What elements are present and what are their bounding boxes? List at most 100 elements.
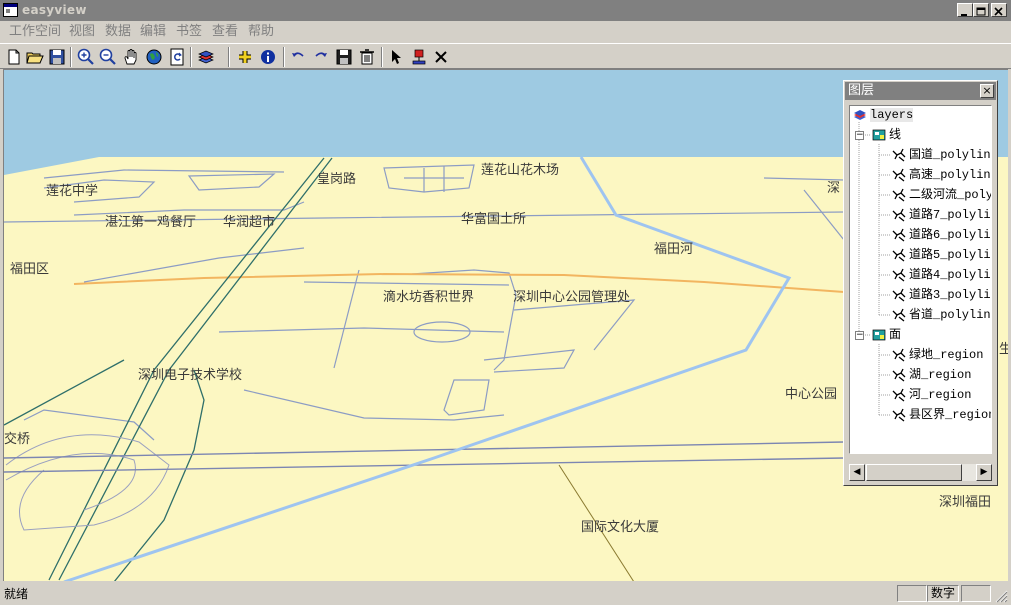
menu-help[interactable]: 帮助	[248, 21, 274, 42]
map-label: 福田河	[654, 242, 694, 257]
tree-group-regions[interactable]: 面	[872, 325, 901, 345]
maximize-icon	[976, 7, 986, 16]
undo-icon[interactable]	[288, 47, 308, 67]
group-label: 面	[889, 328, 902, 342]
menu-bookmark[interactable]: 书签	[176, 21, 202, 42]
layer-item[interactable]: 道路6_polyline	[892, 225, 991, 245]
map-label: 深圳福田	[939, 495, 992, 510]
open-folder-icon[interactable]	[25, 47, 45, 67]
region-layer-icon	[892, 368, 906, 382]
polyline-layer-icon	[892, 288, 906, 302]
map-label: 福田区	[10, 262, 50, 277]
layer-item-label: 省道_polyline	[909, 308, 992, 322]
layer-item-label: 道路7_polyline	[909, 208, 991, 222]
layer-item[interactable]: 省道_polyline	[892, 305, 992, 325]
polyline-layer-icon	[892, 168, 906, 182]
map-label: 生	[999, 338, 1008, 357]
resize-grip-icon[interactable]	[994, 589, 1008, 603]
menu-look[interactable]: 查看	[212, 21, 238, 42]
group-expander[interactable]: −	[855, 131, 864, 140]
minimize-icon	[961, 14, 967, 16]
layer-group-icon	[872, 329, 886, 341]
layer-item-label: 高速_polyline	[909, 168, 992, 182]
save-edit-icon[interactable]	[334, 47, 354, 67]
layer-item-label: 道路5_polyline	[909, 248, 991, 262]
save-icon[interactable]	[47, 47, 67, 67]
layer-item[interactable]: 道路5_polyline	[892, 245, 991, 265]
layer-item[interactable]: 绿地_region	[892, 345, 983, 365]
group-expander[interactable]: −	[855, 331, 864, 340]
minimize-button[interactable]	[957, 3, 973, 17]
toolbar-separator	[190, 47, 192, 67]
close-x-icon[interactable]	[431, 47, 451, 67]
menu-workspace[interactable]: 工作空间	[9, 21, 61, 42]
layer-panel-titlebar[interactable]: 图层 ×	[845, 82, 996, 100]
close-button[interactable]	[991, 3, 1007, 17]
title-bar: easyview	[0, 0, 1011, 21]
layer-item-label: 绿地_region	[909, 348, 984, 362]
status-bar: 就绪 数字	[0, 583, 1011, 605]
polyline-layer-icon	[892, 188, 906, 202]
map-label: 华富国土所	[461, 212, 527, 227]
toolbar-separator	[228, 47, 230, 67]
map-label: 中心公园	[785, 387, 838, 402]
layer-item[interactable]: 县区界_region	[892, 405, 992, 425]
add-layer-icon[interactable]	[235, 47, 255, 67]
maximize-button[interactable]	[973, 3, 989, 17]
layer-panel-title: 图层	[848, 83, 875, 98]
layer-item-label: 道路3_polyline	[909, 288, 991, 302]
zoom-out-icon[interactable]	[98, 47, 118, 67]
layer-item[interactable]: 河_region	[892, 385, 971, 405]
layer-panel-close-button[interactable]: ×	[980, 84, 994, 98]
region-layer-icon	[892, 388, 906, 402]
layer-item-label: 河_region	[909, 388, 972, 402]
layer-item[interactable]: 高速_polyline	[892, 165, 992, 185]
layers-icon	[854, 109, 866, 120]
delete-icon[interactable]	[357, 47, 377, 67]
region-layer-icon	[892, 408, 906, 422]
menu-edit[interactable]: 编辑	[140, 21, 166, 42]
globe-icon[interactable]	[144, 47, 164, 67]
app-icon	[3, 3, 18, 17]
layer-item[interactable]: 湖_region	[892, 365, 971, 385]
polyline-layer-icon	[892, 248, 906, 262]
layer-item[interactable]: 道路4_polyline	[892, 265, 991, 285]
layer-item[interactable]: 道路3_polyline	[892, 285, 991, 305]
layer-item[interactable]: 国道_polyline	[892, 145, 992, 165]
pan-hand-icon[interactable]	[121, 47, 141, 67]
polyline-layer-icon	[892, 208, 906, 222]
scroll-thumb[interactable]	[866, 464, 962, 481]
new-file-icon[interactable]	[4, 47, 24, 67]
zoom-in-icon[interactable]	[76, 47, 96, 67]
pin-icon[interactable]	[409, 47, 429, 67]
status-pane-num: 数字	[927, 585, 959, 602]
info-icon[interactable]	[258, 47, 278, 67]
scroll-left-button[interactable]: ◀	[849, 464, 865, 481]
tree-root-layers[interactable]: layers	[853, 106, 914, 125]
menu-view[interactable]: 视图	[69, 21, 95, 42]
window-title: easyview	[22, 3, 87, 17]
scroll-right-button[interactable]: ▶	[976, 464, 992, 481]
layer-tree-hscrollbar[interactable]: ◀ ▶	[849, 464, 992, 481]
redo-icon[interactable]	[311, 47, 331, 67]
status-pane-scroll	[961, 585, 991, 602]
tree-group-lines[interactable]: 线	[872, 125, 901, 145]
layer-item-label: 二级河流_polyline	[909, 188, 992, 202]
polyline-layer-icon	[892, 308, 906, 322]
layer-item-label: 县区界_region	[909, 408, 992, 422]
select-arrow-icon[interactable]	[386, 47, 406, 67]
polyline-layer-icon	[892, 148, 906, 162]
layers-icon[interactable]	[196, 47, 216, 67]
layer-item[interactable]: 道路7_polyline	[892, 205, 991, 225]
polyline-layer-icon	[892, 268, 906, 282]
map-label: 莲花中学	[46, 184, 99, 199]
layer-item[interactable]: 二级河流_polyline	[892, 185, 992, 205]
map-label: 莲花山花木场	[481, 163, 560, 178]
close-icon	[994, 7, 1003, 16]
refresh-icon[interactable]	[167, 47, 187, 67]
polyline-layer-icon	[892, 228, 906, 242]
menu-data[interactable]: 数据	[105, 21, 131, 42]
layer-item-label: 国道_polyline	[909, 148, 992, 162]
layer-panel: 图层 × layers − 线 国道_polyline 高速_polyline …	[843, 80, 998, 486]
map-label: 华润超市	[223, 215, 276, 230]
